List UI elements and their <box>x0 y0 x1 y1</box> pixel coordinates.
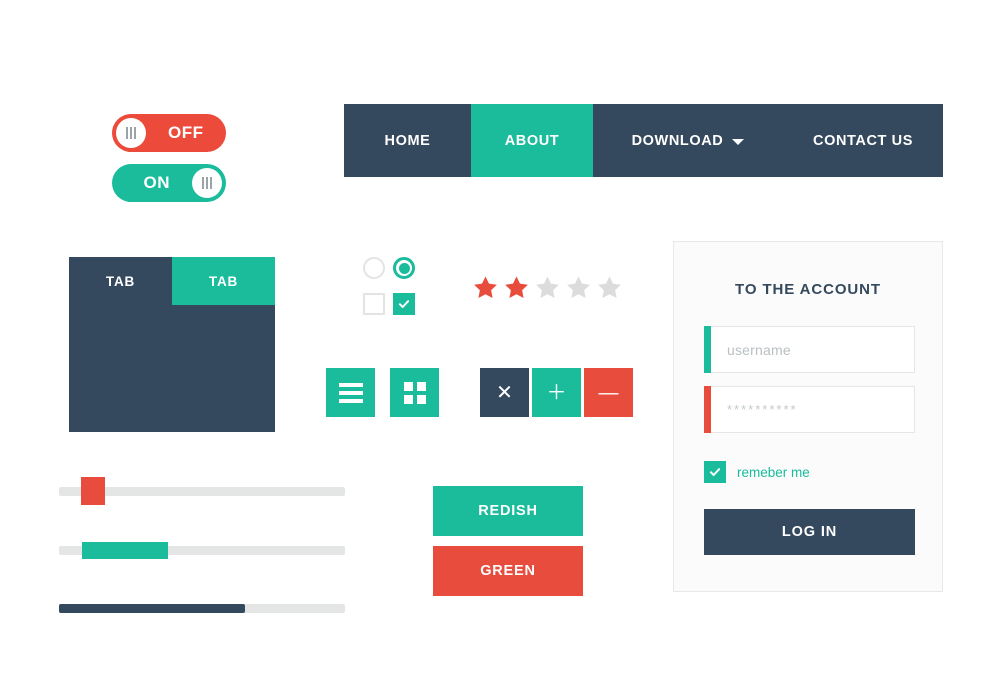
tab-first[interactable]: TAB <box>69 257 172 305</box>
username-field[interactable]: username <box>704 326 915 373</box>
remember-me-label: remeber me <box>737 464 810 480</box>
star-icon-empty[interactable] <box>565 274 592 301</box>
login-title: TO THE ACCOUNT <box>735 281 881 298</box>
redish-button[interactable]: REDISH <box>433 486 583 536</box>
star-rating[interactable] <box>472 274 623 301</box>
star-icon-filled[interactable] <box>472 274 499 301</box>
star-icon-empty[interactable] <box>596 274 623 301</box>
on-toggle[interactable]: ON <box>112 164 226 202</box>
tab-panel: TAB TAB <box>69 257 275 432</box>
nav-item-contact-us[interactable]: CONTACT US <box>783 104 943 177</box>
nav-item-home[interactable]: HOME <box>344 104 471 177</box>
slider-progress-fill[interactable] <box>59 604 245 613</box>
minus-icon: — <box>598 381 619 404</box>
star-icon-filled[interactable] <box>503 274 530 301</box>
close-button[interactable]: ✕ <box>480 368 529 417</box>
progress-slider[interactable] <box>59 604 345 613</box>
radio-unselected[interactable] <box>363 257 385 279</box>
navbar: HOME ABOUT DOWNLOAD CONTACT US <box>344 104 943 177</box>
checkbox-unchecked-icon <box>363 293 385 315</box>
slider-handle[interactable] <box>81 477 105 505</box>
green-button-label: GREEN <box>480 563 536 579</box>
tab-second-label: TAB <box>208 273 239 289</box>
checkbox-checked-icon[interactable] <box>704 461 726 483</box>
ui-kit-canvas: OFF ON HOME ABOUT DOWNLOAD CONTACT US TA… <box>0 0 1000 700</box>
checkbox-checked-icon <box>393 293 415 315</box>
slider-range-fill[interactable] <box>82 542 168 559</box>
username-placeholder: username <box>727 341 791 358</box>
nav-item-download[interactable]: DOWNLOAD <box>593 104 783 177</box>
list-view-button[interactable] <box>326 368 375 417</box>
nav-label-home: HOME <box>384 132 431 149</box>
off-toggle[interactable]: OFF <box>112 114 226 152</box>
close-icon: ✕ <box>496 381 513 404</box>
green-button[interactable]: GREEN <box>433 546 583 596</box>
login-card: TO THE ACCOUNT username ********** remeb… <box>673 241 943 592</box>
square-handle-slider[interactable] <box>59 477 345 505</box>
redish-button-label: REDISH <box>478 503 538 519</box>
radio-selected[interactable] <box>393 257 415 279</box>
add-button[interactable]: ＋ <box>532 368 581 417</box>
login-button[interactable]: LOG IN <box>704 509 915 555</box>
password-field[interactable]: ********** <box>704 386 915 433</box>
login-button-label: LOG IN <box>781 524 838 540</box>
checkbox-unchecked[interactable] <box>363 293 385 315</box>
username-accent-bar <box>704 326 711 373</box>
on-toggle-label: ON <box>143 173 170 192</box>
checkbox-checked[interactable] <box>393 293 415 315</box>
nav-label-about: ABOUT <box>504 132 560 149</box>
radio-checked-icon <box>393 257 415 279</box>
password-accent-bar <box>704 386 711 433</box>
tab-first-label: TAB <box>105 273 136 289</box>
remove-button[interactable]: — <box>584 368 633 417</box>
range-slider[interactable] <box>59 542 345 559</box>
chevron-down-icon <box>732 139 745 145</box>
radio-unchecked-icon <box>363 257 385 279</box>
grid-icon <box>403 381 426 404</box>
password-placeholder: ********** <box>727 402 798 417</box>
remember-me-row[interactable]: remeber me <box>704 461 810 483</box>
plus-icon: ＋ <box>546 381 567 404</box>
off-toggle-label: OFF <box>168 123 204 142</box>
tab-strip: TAB TAB <box>69 257 275 305</box>
nav-item-about[interactable]: ABOUT <box>471 104 593 177</box>
nav-label-download: DOWNLOAD <box>631 132 724 149</box>
grid-view-button[interactable] <box>390 368 439 417</box>
hamburger-icon <box>338 382 363 403</box>
toggle-knob-icon <box>192 168 222 198</box>
tab-second[interactable]: TAB <box>172 257 275 305</box>
toggle-knob-icon <box>116 118 146 148</box>
star-icon-empty[interactable] <box>534 274 561 301</box>
nav-label-contact-us: CONTACT US <box>813 132 913 149</box>
